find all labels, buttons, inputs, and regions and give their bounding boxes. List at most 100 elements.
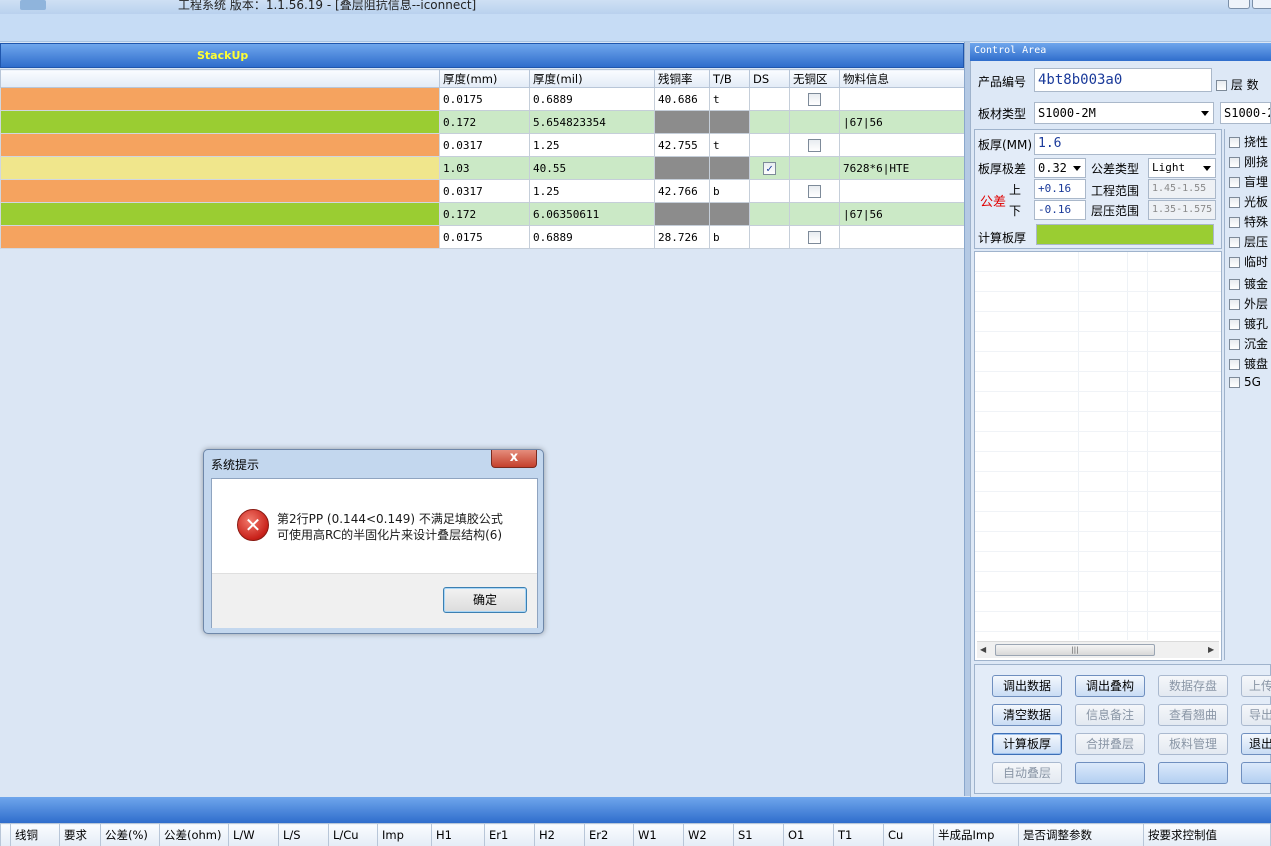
impedance-col-header[interactable]: L/Cu	[328, 823, 378, 846]
tb-cell[interactable]	[709, 202, 750, 226]
no-copper-cell[interactable]	[789, 156, 840, 180]
material-cell[interactable]: 7628*6|HTE	[839, 156, 965, 180]
action-button[interactable]: 自动叠层	[992, 762, 1062, 784]
impedance-col-header[interactable]: W2	[683, 823, 734, 846]
horizontal-scrollbar[interactable]: ◀ ||| ▶	[977, 641, 1219, 658]
action-button[interactable]: 查看翘曲	[1158, 704, 1228, 726]
copper-rate-cell[interactable]	[654, 110, 710, 134]
side-option[interactable]: 镀盘	[1229, 355, 1268, 372]
stackup-row[interactable]: 0.0317 1.25 42.766 b	[0, 179, 965, 203]
layer-color-cell[interactable]	[0, 87, 440, 111]
ds-cell[interactable]	[749, 87, 790, 111]
no-copper-cell[interactable]	[789, 179, 840, 203]
ds-cell[interactable]	[749, 110, 790, 134]
action-button[interactable]: 计算板厚	[992, 733, 1062, 755]
no-copper-cell[interactable]	[789, 202, 840, 226]
stackup-row[interactable]: 1.03 40.55 ✓ 7628*6|HTE	[0, 156, 965, 180]
layer-color-cell[interactable]	[0, 133, 440, 157]
side-option[interactable]: 镀孔	[1229, 315, 1268, 332]
thickness-mil-cell[interactable]: 5.654823354	[529, 110, 655, 134]
layer-checkbox[interactable]	[1216, 80, 1227, 91]
side-option[interactable]: 盲埋	[1229, 173, 1268, 190]
tb-cell[interactable]: t	[709, 87, 750, 111]
close-window-button[interactable]	[1252, 0, 1271, 9]
impedance-col-header[interactable]: Imp	[377, 823, 432, 846]
no-copper-checkbox[interactable]	[808, 230, 821, 244]
side-option-checkbox[interactable]	[1229, 279, 1240, 290]
action-button[interactable]: 上传	[1241, 675, 1271, 697]
side-option[interactable]: 外层	[1229, 295, 1268, 312]
side-option[interactable]: 特殊	[1229, 213, 1268, 230]
side-option-checkbox[interactable]	[1229, 377, 1240, 388]
col-thickness-mm[interactable]: 厚度(mm)	[439, 69, 530, 88]
side-option-checkbox[interactable]	[1229, 339, 1240, 350]
material-cell[interactable]: |67|56	[839, 110, 965, 134]
col-no-copper[interactable]: 无铜区	[789, 69, 840, 88]
side-option-checkbox[interactable]	[1229, 257, 1240, 268]
impedance-col-header[interactable]: 是否调整参数	[1018, 823, 1144, 846]
impedance-col-header[interactable]: L/S	[278, 823, 329, 846]
side-option-checkbox[interactable]	[1229, 319, 1240, 330]
blank-button[interactable]	[1241, 762, 1271, 784]
action-button[interactable]: 清空数据	[992, 704, 1062, 726]
material-input-2[interactable]: S1000-2	[1220, 102, 1271, 124]
thickness-mm-cell[interactable]: 0.172	[439, 202, 530, 226]
thickness-input[interactable]: 1.6	[1034, 133, 1216, 155]
dialog-close-button[interactable]: x	[491, 450, 537, 468]
tb-cell[interactable]: b	[709, 179, 750, 203]
product-input[interactable]: 4bt8b003a0	[1034, 68, 1212, 92]
side-option-checkbox[interactable]	[1229, 217, 1240, 228]
no-copper-checkbox[interactable]	[808, 184, 821, 198]
col-thickness-mil[interactable]: 厚度(mil)	[529, 69, 655, 88]
material-cell[interactable]	[839, 225, 965, 249]
layer-color-cell[interactable]	[0, 179, 440, 203]
impedance-col-header[interactable]: W1	[633, 823, 684, 846]
action-button[interactable]: 导出	[1241, 704, 1271, 726]
col-tb[interactable]: T/B	[709, 69, 750, 88]
stackup-row[interactable]: 0.172 6.06350611 |67|56	[0, 202, 965, 226]
thickness-mm-cell[interactable]: 0.0175	[439, 225, 530, 249]
thickness-mm-cell[interactable]: 0.172	[439, 110, 530, 134]
side-option-checkbox[interactable]	[1229, 157, 1240, 168]
impedance-col-header[interactable]: 要求	[59, 823, 101, 846]
thickness-mil-cell[interactable]: 1.25	[529, 179, 655, 203]
ds-checkbox[interactable]: ✓	[763, 161, 776, 175]
material-cell[interactable]	[839, 179, 965, 203]
material-cell[interactable]	[839, 87, 965, 111]
col-ds[interactable]: DS	[749, 69, 790, 88]
impedance-col-header[interactable]: Er2	[584, 823, 634, 846]
tb-cell[interactable]: t	[709, 133, 750, 157]
ok-button[interactable]: 确定	[443, 587, 527, 613]
stackup-row[interactable]: 0.0175 0.6889 28.726 b	[0, 225, 965, 249]
material-cell[interactable]	[839, 133, 965, 157]
tb-cell[interactable]	[709, 110, 750, 134]
upper-tol-input[interactable]: +0.16	[1034, 179, 1086, 199]
no-copper-cell[interactable]	[789, 133, 840, 157]
tol-type-select[interactable]: Light	[1148, 158, 1216, 178]
side-option[interactable]: 挠性	[1229, 133, 1268, 150]
side-option-checkbox[interactable]	[1229, 359, 1240, 370]
side-option-checkbox[interactable]	[1229, 177, 1240, 188]
tb-cell[interactable]	[709, 156, 750, 180]
no-copper-checkbox[interactable]	[808, 92, 821, 106]
scroll-thumb[interactable]: |||	[995, 644, 1155, 656]
blank-button[interactable]	[1075, 762, 1145, 784]
thickness-mm-cell[interactable]: 0.0317	[439, 179, 530, 203]
action-button[interactable]: 信息备注	[1075, 704, 1145, 726]
thickness-mm-cell[interactable]: 0.0175	[439, 87, 530, 111]
impedance-col-header[interactable]: 公差(ohm)	[159, 823, 229, 846]
tol-grade-select[interactable]: 0.32	[1034, 158, 1086, 178]
thickness-mil-cell[interactable]: 6.06350611	[529, 202, 655, 226]
impedance-col-header[interactable]: H2	[534, 823, 585, 846]
side-option[interactable]: 光板	[1229, 193, 1268, 210]
impedance-col-header[interactable]: T1	[833, 823, 884, 846]
copper-rate-cell[interactable]: 28.726	[654, 225, 710, 249]
col-copper-rate[interactable]: 残铜率	[654, 69, 710, 88]
copper-rate-cell[interactable]	[654, 156, 710, 180]
impedance-col-header[interactable]: 公差(%)	[100, 823, 160, 846]
layer-color-cell[interactable]	[0, 156, 440, 180]
stackup-row[interactable]: 0.0175 0.6889 40.686 t	[0, 87, 965, 111]
no-copper-checkbox[interactable]	[808, 138, 821, 152]
material-select[interactable]: S1000-2M	[1034, 102, 1214, 124]
side-option[interactable]: 临时	[1229, 253, 1268, 270]
